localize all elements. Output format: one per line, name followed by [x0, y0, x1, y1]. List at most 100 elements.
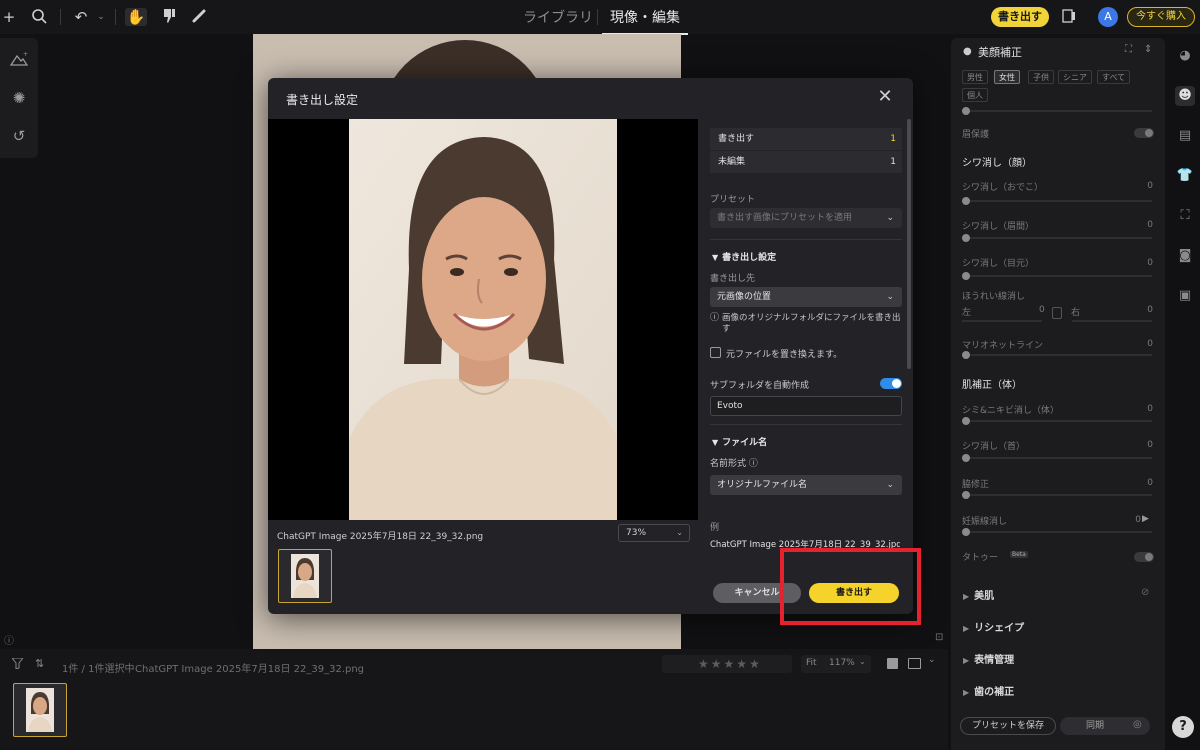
save-preset-button[interactable]: プリセットを保存 — [960, 717, 1056, 735]
export-settings-panel: 書き出す 1 未編集 1 プリセット 書き出す画像にプリセットを適用 ⌄ ▼ 書き… — [699, 119, 913, 559]
eye-corner-slider[interactable] — [962, 272, 1152, 280]
settings-scrollbar[interactable] — [907, 119, 911, 369]
armpit-label: 脇修正 — [962, 480, 990, 490]
summary-label: 未編集 — [718, 157, 746, 167]
stretch-label: 妊娠線消し — [962, 517, 1008, 527]
undo-icon[interactable]: ↶ — [72, 8, 90, 26]
subfolder-toggle[interactable] — [880, 378, 902, 389]
nasolabial-right-slider[interactable] — [1072, 320, 1152, 322]
chip-male[interactable]: 男性 — [962, 70, 988, 84]
panel-toggle-icon[interactable]: ⊡ — [935, 632, 943, 643]
crop-icon[interactable]: ⛶ — [1175, 206, 1195, 226]
between-brows-slider[interactable] — [962, 234, 1152, 242]
avatar[interactable]: A — [1098, 7, 1118, 27]
export-preview — [268, 119, 698, 520]
armpit-slider[interactable] — [962, 491, 1152, 499]
stretch-slider[interactable] — [962, 528, 1152, 536]
separator — [60, 9, 61, 25]
section-expression[interactable]: ▶ 表情管理 — [963, 651, 1014, 666]
filename-heading[interactable]: ▼ ファイル名 — [712, 435, 767, 448]
tab-library[interactable]: ライブラリ — [523, 7, 593, 27]
star-icon[interactable]: ★ — [736, 657, 747, 671]
face-retouch-icon[interactable]: ☻ — [1175, 86, 1195, 106]
export-settings-heading[interactable]: ▼ 書き出し設定 — [712, 250, 776, 263]
section-reshape[interactable]: ▶ リシェイプ — [963, 619, 1024, 634]
chip-child[interactable]: 子供 — [1028, 70, 1054, 84]
chip-female[interactable]: 女性 — [994, 70, 1020, 84]
top-export-button[interactable]: 書き出す — [991, 7, 1049, 27]
slider[interactable] — [962, 107, 1152, 115]
help-icon[interactable]: ? — [1172, 716, 1194, 738]
blemish-body-slider[interactable] — [962, 417, 1152, 425]
chevron-down-icon[interactable]: ⌄ — [859, 657, 866, 666]
history-icon[interactable]: ↺ — [9, 126, 29, 146]
close-icon[interactable]: ✕ — [875, 87, 895, 107]
selection-count: 1件 / 1件選択中 — [62, 664, 135, 675]
camera-icon[interactable]: ◙ — [1175, 246, 1195, 266]
plus-icon[interactable]: + — [0, 8, 18, 26]
sun-icon[interactable]: ✺ — [9, 88, 29, 108]
link-icon[interactable] — [1052, 307, 1062, 319]
star-icon[interactable]: ★ — [724, 657, 735, 671]
marionette-slider[interactable] — [962, 351, 1152, 359]
destination-note: ⓘ 画像のオリジナルフォルダにファイルを書き出す — [710, 313, 901, 334]
zoom-value[interactable]: 117% — [829, 658, 855, 668]
brush-icon[interactable] — [190, 8, 208, 26]
fit-label[interactable]: Fit — [806, 658, 817, 668]
preview-zoom-select[interactable]: 73% ⌄ — [618, 524, 690, 542]
chevron-right-icon: ▶ — [963, 656, 970, 665]
compare-icon[interactable] — [1060, 8, 1078, 26]
nasolabial-left-slider[interactable] — [962, 320, 1042, 322]
section-teeth[interactable]: ▶ 歯の補正 — [963, 683, 1014, 698]
preview-photo — [349, 119, 617, 520]
palette-icon[interactable]: ◕ — [1175, 46, 1195, 66]
wrinkle-face-heading: シワ消し（顔） — [962, 158, 1032, 169]
folder-icon[interactable]: ▣ — [1175, 286, 1195, 306]
wrinkle-neck-slider[interactable] — [962, 454, 1152, 462]
reset-icon[interactable]: ⊘ — [1141, 587, 1149, 598]
nasolabial-left-value: 0 — [1039, 305, 1045, 315]
summary-label: 書き出す — [718, 134, 755, 144]
compare-view-icon[interactable] — [908, 658, 921, 669]
body-icon[interactable]: ▤ — [1175, 126, 1195, 146]
expand-icon[interactable]: ⇕ — [1144, 44, 1152, 55]
info-icon[interactable]: ⓘ — [4, 632, 14, 647]
star-icon[interactable]: ★ — [698, 657, 709, 671]
tab-develop-edit[interactable]: 現像・編集 — [602, 7, 688, 35]
star-icon[interactable]: ★ — [711, 657, 722, 671]
search-icon[interactable] — [30, 8, 48, 26]
thumbs-down-icon[interactable] — [160, 8, 178, 26]
preset-select[interactable]: 書き出す画像にプリセットを適用 ⌄ — [710, 208, 902, 228]
eyebrow-protect-toggle[interactable] — [1134, 128, 1154, 138]
star-rating[interactable]: ★ ★ ★ ★ ★ — [662, 655, 792, 673]
zoom-control[interactable]: Fit 117% ⌄ — [801, 655, 871, 673]
face-detect-icon[interactable]: ⛶ — [1125, 44, 1132, 55]
undo-history-chevron-icon[interactable]: ⌄ — [92, 8, 110, 26]
buy-now-button[interactable]: 今すぐ購入 — [1127, 7, 1195, 27]
nasolabial-right-label: 右 — [1071, 308, 1081, 318]
name-format-select[interactable]: オリジナルファイル名 ⌄ — [710, 475, 902, 495]
destination-select[interactable]: 元画像の位置 ⌄ — [710, 287, 902, 307]
single-view-icon[interactable] — [887, 658, 898, 669]
chevron-down-icon[interactable]: ⌄ — [928, 655, 936, 665]
hand-icon[interactable]: ✋ — [125, 8, 147, 26]
auto-adjust-icon[interactable]: + — [9, 51, 29, 71]
filmstrip-thumbnail[interactable] — [13, 683, 67, 737]
chip-senior[interactable]: シニア — [1058, 70, 1092, 84]
summary-unedited-row: 未編集 1 — [710, 151, 902, 173]
tattoo-toggle[interactable] — [1134, 552, 1154, 562]
highlight-box — [780, 548, 921, 625]
forehead-slider[interactable] — [962, 197, 1152, 205]
tshirt-icon[interactable]: 👕 — [1175, 166, 1195, 186]
sort-icon[interactable]: ⇅ — [35, 657, 44, 670]
section-beauty-skin[interactable]: ▶ 美肌 — [963, 587, 994, 602]
sync-settings-icon[interactable]: ◎ — [1133, 719, 1142, 730]
overwrite-checkbox[interactable] — [710, 347, 721, 358]
subfolder-input[interactable]: Evoto — [710, 396, 902, 416]
chip-individual[interactable]: 個人 — [962, 88, 988, 102]
star-icon[interactable]: ★ — [749, 657, 760, 671]
dialog-thumbnail[interactable] — [278, 549, 332, 603]
chip-all[interactable]: すべて — [1097, 70, 1131, 84]
chevron-right-icon[interactable]: ▶ — [1142, 514, 1149, 524]
filter-icon[interactable] — [10, 657, 25, 672]
